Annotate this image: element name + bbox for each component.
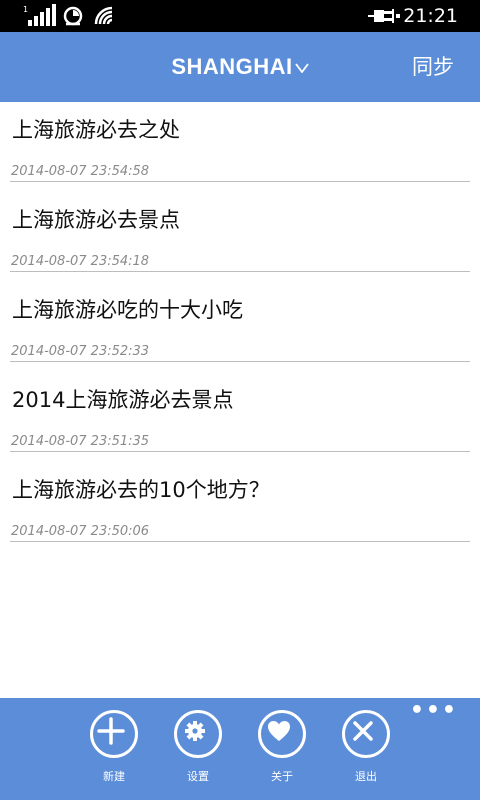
list-item-title: 上海旅游必去之处 (12, 118, 180, 142)
divider (10, 361, 470, 362)
header-bar: SHANGHAI 同步 (0, 32, 480, 102)
list-item-date: 2014-08-07 23:54:58 (11, 164, 150, 179)
close-icon (353, 721, 373, 741)
divider (10, 541, 470, 542)
city-selector[interactable]: SHANGHAI (0, 32, 480, 102)
add-icon (97, 717, 125, 745)
list-item-title: 上海旅游必去的10个地方？ (12, 478, 270, 502)
status-bar: 1 21:21 (0, 0, 480, 32)
settings-button-label: 设置 (187, 770, 209, 783)
list-item[interactable]: 上海旅游必去的10个地方？ 2014-08-07 23:50:06 (0, 462, 480, 552)
signal-bars-icon: 1 (23, 4, 56, 26)
more-menu-button[interactable]: ••• (410, 700, 458, 722)
divider (10, 451, 470, 452)
new-button-label: 新建 (103, 770, 125, 783)
exit-button[interactable]: 退出 (336, 710, 396, 794)
list-item-title: 2014上海旅游必去景点 (12, 388, 234, 412)
settings-button[interactable]: 设置 (168, 710, 228, 794)
list-item-date: 2014-08-07 23:51:35 (11, 434, 150, 449)
list-item-date: 2014-08-07 23:50:06 (11, 524, 150, 539)
wifi-icon (94, 6, 113, 25)
chevron-down-icon (294, 63, 309, 74)
list-item-date: 2014-08-07 23:54:18 (11, 254, 150, 269)
svg-text:1: 1 (23, 5, 28, 14)
about-button-label: 关于 (271, 770, 293, 783)
list-item[interactable]: 上海旅游必吃的十大小吃 2014-08-07 23:52:33 (0, 282, 480, 372)
exit-button-label: 退出 (355, 770, 377, 783)
heart-icon (268, 721, 290, 741)
article-list: 上海旅游必去之处 2014-08-07 23:54:58 上海旅游必去景点 20… (0, 102, 480, 552)
list-item[interactable]: 上海旅游必去景点 2014-08-07 23:54:18 (0, 192, 480, 282)
list-item-title: 上海旅游必去景点 (12, 208, 180, 232)
list-item[interactable]: 上海旅游必去之处 2014-08-07 23:54:58 (0, 102, 480, 192)
clock: 21:21 (403, 5, 458, 27)
new-button[interactable]: 新建 (84, 710, 144, 794)
page-title: SHANGHAI (171, 54, 293, 79)
list-item-date: 2014-08-07 23:52:33 (11, 344, 150, 359)
divider (10, 271, 470, 272)
gear-icon (185, 721, 205, 741)
battery-charging-icon (368, 9, 400, 23)
about-button[interactable]: 关于 (252, 710, 312, 794)
list-item-title: 上海旅游必吃的十大小吃 (12, 298, 243, 322)
sync-icon (63, 6, 83, 26)
divider (10, 181, 470, 182)
sync-button[interactable]: 同步 (412, 32, 454, 102)
list-item[interactable]: 2014上海旅游必去景点 2014-08-07 23:51:35 (0, 372, 480, 462)
app-bar: ••• 新建 设置 关于 退出 (0, 698, 480, 800)
